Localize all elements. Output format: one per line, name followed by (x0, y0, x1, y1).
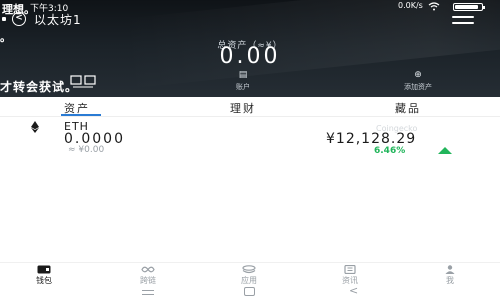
divider (0, 116, 500, 117)
add-asset-button[interactable]: ⊕ 添加资产 (400, 70, 436, 92)
add-asset-icon: ⊕ (414, 70, 422, 80)
token-change: 6.46% (374, 146, 406, 156)
overlay-text-middle: 才转会获试。 (0, 80, 79, 94)
tab-finance[interactable]: 理财 (230, 100, 256, 116)
account-label: 账户 (236, 83, 250, 91)
trend-up-icon (438, 147, 452, 154)
menu-icon[interactable] (452, 16, 474, 26)
battery-icon (453, 3, 485, 11)
add-asset-label: 添加资产 (404, 83, 432, 91)
ethereum-icon (31, 121, 39, 133)
home-icon[interactable] (244, 287, 255, 296)
token-row-eth[interactable]: ETH 0.0000 ≈ ¥0.00 Coingecko ¥12,128.29 … (0, 118, 500, 158)
account-button[interactable]: ▤ 账户 (225, 70, 261, 92)
bottom-nav: 钱包 跨链 应用 资讯 我 (0, 262, 500, 286)
wallet-icon (37, 265, 51, 274)
asset-tabs: 资产 理财 藏品 (0, 97, 500, 116)
wallet-dot-icon (2, 17, 6, 21)
wallet-screen: 下午3:10 0.0K/s 理想。 < 以太坊1 。 总资产（≈¥） 0.00 … (0, 0, 500, 300)
token-price: ¥12,128.29 (326, 131, 417, 147)
account-icon: ▤ (238, 70, 248, 80)
system-nav-bar: < (0, 284, 500, 300)
nav-profile[interactable]: 我 (430, 265, 470, 286)
recent-apps-icon[interactable] (142, 290, 154, 295)
news-icon (344, 265, 356, 274)
system-back-icon[interactable]: < (349, 284, 358, 297)
cross-chain-icon (141, 266, 155, 273)
overlay-text-left: 。 (0, 31, 11, 44)
network-speed: 0.0K/s (398, 1, 423, 10)
nav-wallet[interactable]: 钱包 (24, 265, 64, 286)
profile-icon (445, 265, 455, 274)
wallet-header: < 以太坊1 (0, 11, 500, 29)
back-icon[interactable]: < (12, 12, 26, 26)
token-fiat-value: ≈ ¥0.00 (68, 145, 105, 155)
wallet-name[interactable]: 以太坊1 (34, 11, 82, 28)
nav-cross-chain[interactable]: 跨链 (128, 265, 168, 286)
collect-icon[interactable] (70, 75, 96, 88)
total-assets-value: 0.00 (219, 44, 281, 69)
wifi-icon (428, 2, 440, 11)
tab-collectibles[interactable]: 藏品 (395, 100, 421, 116)
nav-news[interactable]: 资讯 (330, 265, 370, 286)
nav-apps[interactable]: 应用 (229, 265, 269, 286)
apps-icon (242, 265, 256, 274)
